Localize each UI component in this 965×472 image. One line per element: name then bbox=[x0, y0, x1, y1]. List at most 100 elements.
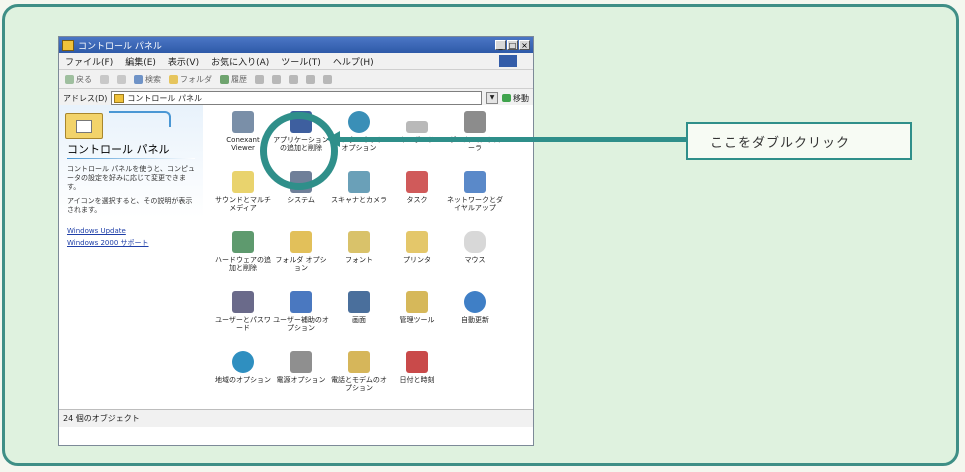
task-icon bbox=[406, 171, 428, 193]
minimize-button[interactable]: _ bbox=[495, 40, 506, 50]
control-panel-icon bbox=[62, 39, 74, 51]
pane-hint: アイコンを選択すると、その説明が表示されます。 bbox=[67, 197, 193, 214]
windows-update-link[interactable]: Windows Update bbox=[67, 227, 126, 235]
undo-button[interactable] bbox=[306, 74, 315, 84]
up-button[interactable] bbox=[117, 74, 126, 84]
callout-arrow-line bbox=[338, 137, 688, 142]
icon-scheduled-tasks[interactable]: タスク bbox=[389, 171, 445, 204]
icon-fonts[interactable]: フォント bbox=[331, 231, 387, 264]
network-icon bbox=[464, 171, 486, 193]
fonts-icon bbox=[348, 231, 370, 253]
control-panel-large-icon bbox=[65, 113, 103, 139]
up-folder-icon bbox=[117, 74, 126, 84]
mouse-icon bbox=[464, 231, 486, 253]
views-button[interactable] bbox=[323, 74, 332, 84]
move-to-button[interactable] bbox=[255, 74, 264, 84]
folders-icon bbox=[169, 74, 178, 84]
forward-arrow-icon bbox=[100, 74, 109, 84]
display-icon bbox=[348, 291, 370, 313]
pane-description: コントロール パネルを使うと、コンピュータの設定を好みに応じて変更できます。 bbox=[67, 165, 195, 191]
search-icon bbox=[134, 74, 143, 84]
icon-folder-options[interactable]: フォルダ オプション bbox=[273, 231, 329, 272]
close-button[interactable]: × bbox=[519, 40, 530, 50]
globe-icon bbox=[232, 351, 254, 373]
pane-title: コントロール パネル bbox=[67, 143, 170, 156]
icon-automatic-updates[interactable]: 自動更新 bbox=[447, 291, 503, 324]
accessibility-icon bbox=[290, 291, 312, 313]
views-icon bbox=[323, 74, 332, 84]
window-title: コントロール パネル bbox=[78, 41, 162, 52]
icon-game-controllers[interactable]: ゲーム コントローラ bbox=[447, 111, 503, 152]
move-to-icon bbox=[255, 74, 264, 84]
icon-administrative-tools[interactable]: 管理ツール bbox=[389, 291, 445, 324]
menu-file[interactable]: ファイル(F) bbox=[65, 55, 113, 68]
search-button[interactable]: 検索 bbox=[134, 74, 161, 85]
icon-accessibility-options[interactable]: ユーザー補助のオプション bbox=[273, 291, 329, 332]
address-dropdown-button[interactable]: ▼ bbox=[486, 92, 498, 104]
forward-button[interactable] bbox=[100, 74, 109, 84]
windows-logo-icon bbox=[499, 55, 517, 67]
icon-sounds-multimedia[interactable]: サウンドとマルチメディア bbox=[215, 171, 271, 212]
maximize-button[interactable]: □ bbox=[507, 40, 518, 50]
address-input[interactable]: コントロール パネル bbox=[111, 91, 482, 105]
menu-favorites[interactable]: お気に入り(A) bbox=[211, 55, 269, 68]
menu-bar: ファイル(F) 編集(E) 表示(V) お気に入り(A) ツール(T) ヘルプ(… bbox=[59, 53, 533, 70]
decorative-line bbox=[109, 111, 171, 127]
scanner-icon bbox=[348, 171, 370, 193]
icon-display[interactable]: 画面 bbox=[331, 291, 387, 324]
back-arrow-icon bbox=[65, 74, 74, 84]
folder-options-icon bbox=[290, 231, 312, 253]
game-controller-icon bbox=[464, 111, 486, 133]
callout-text: ここをダブルクリック bbox=[710, 135, 851, 151]
conexant-viewer-icon bbox=[232, 111, 254, 133]
delete-icon bbox=[289, 74, 298, 84]
object-count: 24 個のオブジェクト bbox=[63, 414, 140, 423]
icon-power-options[interactable]: 電源オプション bbox=[273, 351, 329, 384]
internet-options-icon bbox=[348, 111, 370, 133]
icon-mouse[interactable]: マウス bbox=[447, 231, 503, 264]
delete-button[interactable] bbox=[289, 74, 298, 84]
icon-network-dialup[interactable]: ネットワークとダイヤルアップ bbox=[447, 171, 503, 212]
icon-scanners-cameras[interactable]: スキャナとカメラ bbox=[331, 171, 387, 204]
admin-tools-icon bbox=[406, 291, 428, 313]
printer-icon bbox=[406, 231, 428, 253]
info-pane: コントロール パネル コントロール パネルを使うと、コンピュータの設定を好みに応… bbox=[59, 105, 203, 427]
menu-edit[interactable]: 編集(E) bbox=[125, 55, 156, 68]
icon-date-time[interactable]: 日付と時刻 bbox=[389, 351, 445, 384]
phone-icon bbox=[348, 351, 370, 373]
folders-button[interactable]: フォルダ bbox=[169, 74, 212, 85]
calendar-clock-icon bbox=[406, 351, 428, 373]
highlight-circle bbox=[260, 112, 338, 190]
divider bbox=[67, 158, 195, 159]
menu-view[interactable]: 表示(V) bbox=[168, 55, 199, 68]
history-icon bbox=[220, 74, 229, 84]
title-bar[interactable]: コントロール パネル _ □ × bbox=[59, 37, 533, 53]
icon-users-passwords[interactable]: ユーザーとパスワード bbox=[215, 291, 271, 332]
status-bar: 24 個のオブジェクト bbox=[59, 409, 533, 427]
menu-help[interactable]: ヘルプ(H) bbox=[333, 55, 374, 68]
history-button[interactable]: 履歴 bbox=[220, 74, 247, 85]
windows-support-link[interactable]: Windows 2000 サポート bbox=[67, 238, 149, 248]
users-icon bbox=[232, 291, 254, 313]
hardware-icon bbox=[232, 231, 254, 253]
icon-grid: Conexant Viewer アプリケーションの追加と削除 インターネット オ… bbox=[207, 105, 533, 427]
control-panel-small-icon bbox=[114, 93, 125, 103]
address-label: アドレス(D) bbox=[63, 93, 108, 103]
go-button[interactable]: 移動 bbox=[502, 93, 529, 104]
icon-regional-options[interactable]: 地域のオプション bbox=[215, 351, 271, 384]
copy-to-icon bbox=[272, 74, 281, 84]
undo-icon bbox=[306, 74, 315, 84]
power-icon bbox=[290, 351, 312, 373]
icon-printers[interactable]: プリンタ bbox=[389, 231, 445, 264]
icon-phone-modem-options[interactable]: 電話とモデムのオプション bbox=[331, 351, 387, 392]
icon-add-remove-hardware[interactable]: ハードウェアの追加と削除 bbox=[215, 231, 271, 272]
back-button[interactable]: 戻る bbox=[65, 74, 92, 85]
copy-to-button[interactable] bbox=[272, 74, 281, 84]
automatic-updates-icon bbox=[464, 291, 486, 313]
menu-tools[interactable]: ツール(T) bbox=[281, 55, 321, 68]
toolbar: 戻る 検索 フォルダ 履歴 bbox=[59, 70, 533, 89]
keyboard-icon bbox=[406, 121, 428, 133]
go-arrow-icon bbox=[502, 94, 511, 102]
speaker-icon bbox=[232, 171, 254, 193]
control-panel-window: コントロール パネル _ □ × ファイル(F) 編集(E) 表示(V) お気に… bbox=[58, 36, 534, 446]
